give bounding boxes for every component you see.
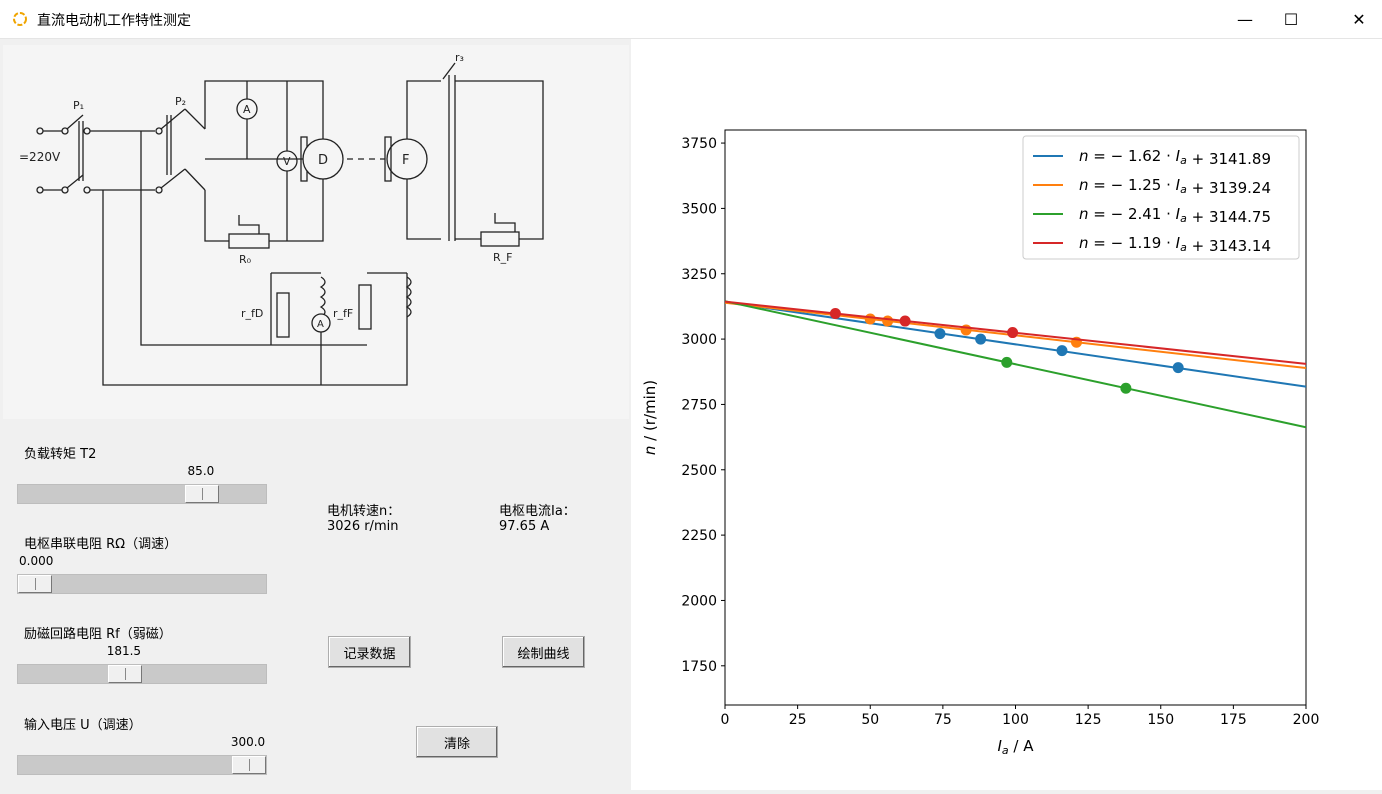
y-tick-label: 2750 [681,397,717,413]
data-point-series-4 [1007,327,1019,339]
rf-value: 181.5 [106,644,142,658]
speed-label: 电机转速n： [327,504,401,519]
x-axis-label: Ia / A [997,737,1034,757]
r-omega-slider[interactable] [17,574,267,594]
legend-label-4: n = − 1.19 · Ia + 3143.14 [1079,234,1271,255]
rf-label: R_F [493,251,512,264]
x-tick-label: 0 [721,712,730,728]
control-panel: P₁ P₂ =220V A V D F R₀ R_F r₃ r_fD r_fF … [0,39,631,790]
t2-label: 负载转矩 T2 [24,447,97,462]
motor-label: D [318,153,328,168]
x-tick-label: 75 [934,712,952,728]
y-tick-label: 3250 [681,267,717,283]
legend-label-3: n = − 2.41 · Ia + 3144.75 [1079,205,1271,226]
y-tick-label: 3750 [681,136,717,152]
maximize-button[interactable]: ☐ [1268,0,1314,38]
rf-slider[interactable] [17,664,267,684]
data-point-series-2 [864,313,876,325]
y-tick-label: 1750 [681,659,717,675]
x-tick-label: 175 [1220,712,1247,728]
t2-slider[interactable] [17,484,267,504]
switch-p1-label: P₁ [73,99,84,112]
r-omega-slider-thumb[interactable] [18,575,52,593]
y-axis-label: n / (r/min) [641,380,659,455]
rff-label: r_fF [333,307,353,320]
x-tick-label: 50 [861,712,879,728]
x-tick-label: 25 [789,712,807,728]
r3-label: r₃ [455,51,464,64]
x-tick-label: 125 [1075,712,1102,728]
u-slider-thumb[interactable] [232,756,266,774]
current-label: 电枢电流Ia： [499,504,576,519]
minimize-button[interactable]: — [1222,0,1268,38]
data-point-series-2 [882,315,894,327]
switch-p2-label: P₂ [175,95,186,108]
data-point-series-1 [1056,345,1068,357]
data-point-series-4 [899,315,911,327]
y-tick-label: 2250 [681,528,717,544]
r-omega-label: 电枢串联电阻 RΩ（调速） [24,537,178,552]
x-tick-label: 100 [1002,712,1029,728]
current-value: 97.65 A [499,519,550,534]
ammeter-label: A [243,103,251,116]
rf-label: 励磁回路电阻 Rf（弱磁） [24,627,172,642]
t2-value: 85.0 [187,464,215,478]
x-tick-label: 200 [1293,712,1320,728]
title-bar: 直流电动机工作特性测定 — ☐ ✕ [0,0,1382,39]
y-tick-label: 2500 [681,463,717,479]
u-value: 300.0 [230,735,266,749]
x-tick-label: 150 [1147,712,1174,728]
ammeter2-label: A [317,319,324,330]
plot-curve-button[interactable]: 绘制曲线 [502,636,585,668]
series-line-3 [725,300,1306,429]
r-omega-value: 0.000 [19,554,54,568]
u-slider[interactable] [17,755,267,775]
data-point-series-1 [975,333,987,345]
clear-button[interactable]: 清除 [416,726,498,758]
data-point-series-1 [934,328,946,340]
rf-slider-thumb[interactable] [107,665,142,683]
close-button[interactable]: ✕ [1336,0,1382,38]
supply-label: =220V [19,150,61,164]
y-tick-label: 3000 [681,332,717,348]
data-point-series-4 [829,307,841,319]
legend-label-1: n = − 1.62 · Ia + 3141.89 [1079,147,1271,168]
y-tick-label: 2000 [681,593,717,609]
data-point-series-3 [1120,382,1132,394]
speed-current-chart: 0 25 50 75 100 125 150 175 200 1750 2000 2250 2500 27… [641,129,1320,757]
app-icon [13,12,27,26]
r0-label: R₀ [239,253,252,266]
generator-label: F [402,153,409,168]
speed-value: 3026 r/min [327,519,399,534]
u-label: 输入电压 U（调速） [24,718,142,733]
data-point-series-3 [1001,356,1013,368]
record-data-button[interactable]: 记录数据 [328,636,411,668]
voltmeter-label: V [283,155,291,168]
plot-panel: 0 25 50 75 100 125 150 175 200 1750 2000 2250 2500 27… [631,39,1382,790]
y-tick-label: 3500 [681,201,717,217]
legend-label-2: n = − 1.25 · Ia + 3139.24 [1079,176,1271,197]
rfd-label: r_fD [241,307,263,320]
window-title: 直流电动机工作特性测定 [37,13,191,29]
data-point-series-1 [1172,362,1184,374]
series-line-1 [725,301,1306,388]
t2-slider-thumb[interactable] [184,485,219,503]
circuit-diagram: P₁ P₂ =220V A V D F R₀ R_F r₃ r_fD r_fF … [3,45,629,419]
